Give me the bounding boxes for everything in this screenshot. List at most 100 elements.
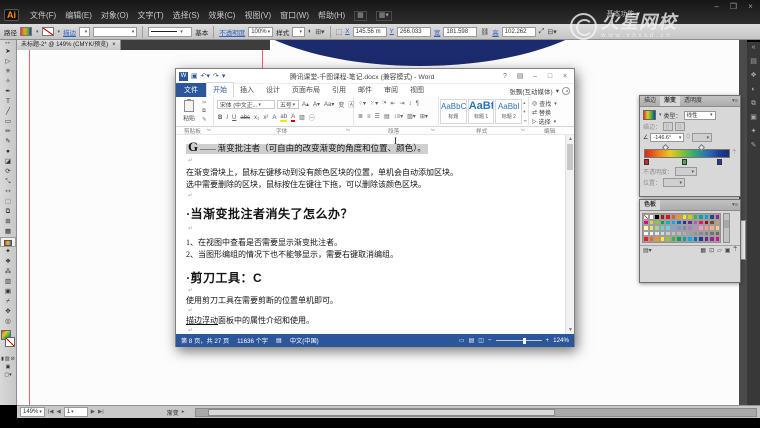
undo-icon[interactable]: ↶▾	[201, 72, 210, 80]
stroke-weight-select[interactable]: ▾	[79, 27, 90, 37]
tab-swatches-panel[interactable]: 色板	[640, 200, 660, 210]
column-graph-tool[interactable]: ▥	[0, 277, 16, 287]
new-color-group-icon[interactable]: ▱	[717, 247, 722, 254]
scroll-down-icon[interactable]: ▼	[566, 326, 574, 334]
perspective-grid-tool[interactable]: ⊞	[0, 217, 16, 227]
blend-tool[interactable]: ❖	[0, 257, 16, 267]
minimize-button[interactable]: –	[711, 2, 722, 11]
gradient-angle-field[interactable]: -146.6°▾	[650, 133, 684, 142]
web-layout-icon[interactable]: ◫	[478, 337, 484, 344]
tab-view[interactable]: 视图	[404, 83, 430, 97]
height-field-label[interactable]: 高	[492, 27, 499, 37]
ai-menu-type[interactable]: 文字(T)	[137, 10, 163, 21]
word-close-button[interactable]: ×	[559, 73, 571, 80]
increase-indent-icon[interactable]: ⇥	[400, 100, 405, 107]
sort-icon[interactable]: ↕	[409, 101, 412, 107]
shape-builder-tool[interactable]: ⧉	[0, 207, 16, 217]
recolor-artwork-icon[interactable]: ◐	[308, 28, 312, 35]
blob-brush-tool[interactable]: ●	[0, 147, 16, 157]
zoom-in-icon[interactable]: +	[546, 337, 550, 344]
fill-color-swatch[interactable]	[20, 27, 32, 36]
style-title[interactable]: AaBbC 标题	[440, 99, 467, 124]
justify-icon[interactable]: ▤	[384, 113, 390, 120]
restore-button[interactable]: ❐	[728, 2, 739, 11]
aspect-ratio-field[interactable]: ▾	[692, 133, 712, 142]
ribbon-display-options-icon[interactable]: ▤	[514, 72, 526, 80]
redo-icon[interactable]: ↷	[213, 72, 219, 80]
change-case-icon[interactable]: Aa▾	[324, 101, 334, 108]
ai-menu-window[interactable]: 窗口(W)	[280, 10, 309, 21]
ai-menu-view[interactable]: 视图(V)	[244, 10, 271, 21]
word-document-area[interactable]: G —— 渐变批注者（可自由的改变渐变的角度和位置、颜色）。 ↵ 在渐变滑块上，…	[176, 135, 574, 334]
gradient-tool[interactable]	[0, 237, 16, 247]
transform-icon[interactable]: ⬚	[336, 28, 343, 36]
gradient-midpoint[interactable]	[698, 144, 705, 151]
page-indicator[interactable]: 第 8 页，共 27 页	[181, 336, 229, 345]
stroke-gradient-along-icon[interactable]: ▯	[675, 122, 685, 131]
gradient-stop[interactable]	[644, 159, 649, 165]
highlight-color-icon[interactable]: ab	[280, 114, 287, 122]
last-artboard-icon[interactable]: ▶|	[98, 409, 104, 415]
swatch[interactable]	[715, 236, 721, 242]
gradient-thumbnail[interactable]	[643, 110, 656, 120]
format-painter-icon[interactable]: ✎	[202, 117, 207, 123]
symbols-panel-icon[interactable]: ✦	[751, 128, 757, 136]
find-button[interactable]: ◎查找▾	[532, 99, 571, 108]
word-minimize-button[interactable]: –	[529, 73, 541, 80]
select-button[interactable]: ▷选择▾	[532, 117, 571, 126]
style-heading-1[interactable]: AaBt 标题 1	[468, 99, 495, 124]
width-profile-select[interactable]: ▾	[93, 27, 137, 37]
line-spacing-icon[interactable]: ↕≡▾	[394, 113, 404, 120]
symbol-sprayer-tool[interactable]: ⁂	[0, 267, 16, 277]
scale-tool[interactable]: ⤡	[0, 177, 16, 187]
superscript-button[interactable]: x²	[263, 115, 268, 121]
subscript-button[interactable]: x₂	[254, 115, 259, 121]
y-field-label[interactable]: Y	[390, 28, 394, 35]
appearance-panel-icon[interactable]: ◐	[751, 86, 755, 94]
color-panel-icon[interactable]: ▤	[750, 58, 757, 66]
status-options-icon[interactable]: ▸	[182, 409, 185, 415]
word-restore-button[interactable]: □	[544, 73, 556, 80]
stroke-dropdown-icon[interactable]: ▾	[58, 29, 61, 35]
more-options-icon[interactable]: ⊟▾	[547, 28, 556, 36]
proofing-icon[interactable]: ▤	[276, 337, 282, 344]
type-tool[interactable]: T	[0, 97, 16, 107]
swatch-libraries-icon[interactable]: ▤▾	[643, 247, 652, 254]
styles-more-icon[interactable]: ≂	[523, 118, 527, 124]
panel-menu-icon[interactable]: ▾≡	[730, 200, 740, 210]
gradient-button[interactable]: ▧	[5, 356, 10, 362]
align-left-icon[interactable]: ≣	[358, 113, 363, 120]
opacity-select[interactable]: 100%▾	[248, 27, 273, 37]
word-help-button[interactable]: ?	[499, 73, 511, 80]
font-color-icon[interactable]: A	[291, 114, 295, 122]
brushes-panel-icon[interactable]: ✎	[751, 142, 757, 150]
print-layout-icon[interactable]: ▤	[469, 337, 475, 344]
save-icon[interactable]: ▣	[191, 72, 198, 80]
font-dialog-launcher-icon[interactable]: ⌙	[346, 127, 351, 133]
ai-menu-help[interactable]: 帮助(H)	[318, 10, 345, 21]
zoom-slider[interactable]	[496, 340, 542, 341]
gradient-type-select[interactable]: 线性▾	[684, 111, 716, 120]
opacity-link[interactable]: 不透明度	[219, 27, 245, 37]
scroll-up-icon[interactable]: ▲	[566, 135, 574, 143]
customize-qat-icon[interactable]: ▾	[222, 72, 226, 80]
zoom-tool[interactable]: ◎	[0, 317, 16, 327]
close-button[interactable]: ×	[745, 2, 756, 11]
tab-insert[interactable]: 插入	[234, 83, 260, 97]
character-shading-icon[interactable]: ▨	[299, 114, 305, 121]
numbering-icon[interactable]: ⁙▾	[370, 100, 378, 107]
word-scrollbar-thumb[interactable]	[567, 144, 573, 170]
show-kinds-icon[interactable]: ▦	[700, 247, 706, 254]
artboard-tool[interactable]: ▣	[0, 287, 16, 297]
swatches-scrollbar[interactable]	[723, 213, 730, 243]
canvas-horizontal-scrollbar[interactable]	[195, 408, 757, 417]
font-name-select[interactable]: 宋体 (中文正...▾	[217, 100, 275, 109]
borders-icon[interactable]: ⊞▾	[420, 113, 428, 120]
pen-tool[interactable]: ✒	[0, 87, 16, 97]
styles-scroll-down-icon[interactable]: ▾	[523, 109, 527, 115]
gradient-stop[interactable]	[682, 159, 687, 165]
bold-button[interactable]: B	[218, 115, 222, 121]
workspace-switcher[interactable]: 基本功能 ▾	[607, 9, 640, 19]
font-size-select[interactable]: 五号▾	[277, 100, 299, 109]
link-dimensions-icon[interactable]: ⛓	[480, 28, 489, 36]
